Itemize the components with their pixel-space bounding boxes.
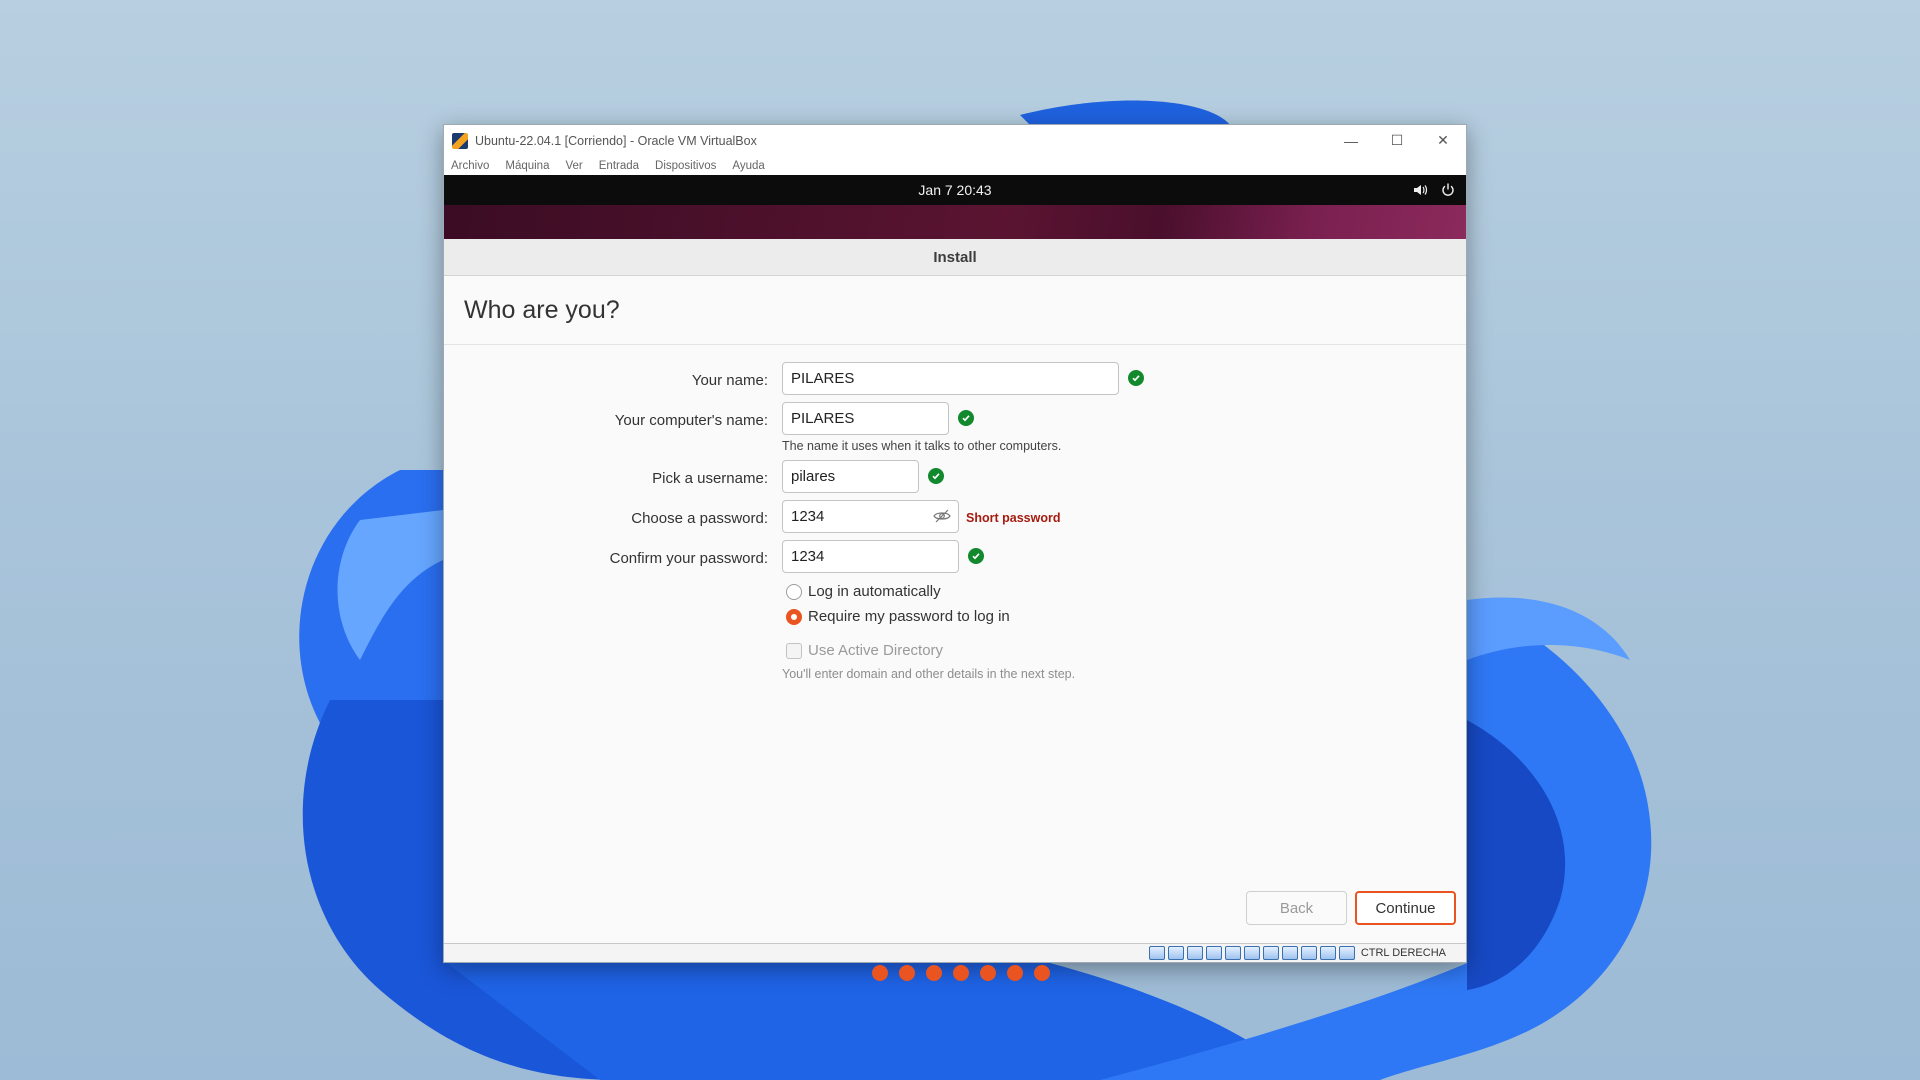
window-titlebar: Ubuntu-22.04.1 [Corriendo] - Oracle VM V… bbox=[444, 125, 1466, 156]
progress-dot bbox=[953, 965, 969, 981]
hdd-icon[interactable] bbox=[1148, 946, 1165, 960]
active-directory-option: Use Active Directory bbox=[786, 642, 943, 659]
host-key-label: CTRL DERECHA bbox=[1360, 947, 1446, 959]
menu-bar: Archivo Máquina Ver Entrada Dispositivos… bbox=[444, 156, 1466, 175]
recording-icon[interactable] bbox=[1281, 946, 1298, 960]
progress-dot bbox=[899, 965, 915, 981]
confirm-password-input[interactable] bbox=[782, 540, 959, 573]
virtualbox-window: Ubuntu-22.04.1 [Corriendo] - Oracle VM V… bbox=[443, 124, 1467, 981]
keyboard-icon[interactable] bbox=[1338, 946, 1355, 960]
username-input[interactable] bbox=[782, 460, 919, 493]
back-button[interactable]: Back bbox=[1246, 891, 1347, 925]
progress-dots bbox=[872, 965, 1050, 981]
cpu-icon[interactable] bbox=[1300, 946, 1317, 960]
ubuntu-background bbox=[444, 205, 1466, 239]
volume-icon[interactable] bbox=[1412, 182, 1428, 198]
network-icon[interactable] bbox=[1205, 946, 1222, 960]
username-label: Pick a username: bbox=[652, 470, 768, 487]
computer-name-hint: The name it uses when it talks to other … bbox=[782, 439, 1062, 453]
progress-dot bbox=[1034, 965, 1050, 981]
installer-dialog: Install Who are you? Your name: Your com… bbox=[444, 239, 1466, 981]
progress-dot bbox=[980, 965, 996, 981]
progress-dot bbox=[872, 965, 888, 981]
menu-dispositivos[interactable]: Dispositivos bbox=[655, 160, 716, 172]
login-require-option[interactable]: Require my password to log in bbox=[786, 608, 1010, 625]
maximize-button[interactable]: ☐ bbox=[1374, 125, 1420, 156]
menu-archivo[interactable]: Archivo bbox=[451, 160, 489, 172]
dialog-header: Install bbox=[444, 239, 1466, 276]
menu-ayuda[interactable]: Ayuda bbox=[732, 160, 764, 172]
active-directory-label: Use Active Directory bbox=[808, 642, 944, 659]
password-label: Choose a password: bbox=[631, 510, 768, 527]
name-input[interactable] bbox=[782, 362, 1119, 395]
mouse-integration-icon[interactable] bbox=[1319, 946, 1336, 960]
page-title: Who are you? bbox=[444, 276, 1466, 345]
login-require-label: Require my password to log in bbox=[808, 608, 1010, 625]
system-tray[interactable] bbox=[1412, 175, 1456, 205]
confirm-password-valid-icon bbox=[968, 548, 984, 564]
window-title: Ubuntu-22.04.1 [Corriendo] - Oracle VM V… bbox=[475, 133, 757, 148]
login-auto-radio[interactable] bbox=[786, 583, 802, 600]
name-valid-icon bbox=[1128, 370, 1144, 386]
virtualbox-logo-icon bbox=[452, 132, 468, 149]
user-form: Your name: Your computer's name: The nam… bbox=[444, 345, 1466, 981]
confirm-password-label: Confirm your password: bbox=[609, 550, 768, 567]
active-directory-hint: You'll enter domain and other details in… bbox=[782, 667, 1076, 681]
menu-entrada[interactable]: Entrada bbox=[599, 160, 639, 172]
computer-name-label: Your computer's name: bbox=[614, 412, 768, 429]
audio-icon[interactable] bbox=[1186, 946, 1203, 960]
menu-maquina[interactable]: Máquina bbox=[505, 160, 549, 172]
username-valid-icon bbox=[928, 468, 944, 484]
usb-icon[interactable] bbox=[1224, 946, 1241, 960]
shared-folder-icon[interactable] bbox=[1243, 946, 1260, 960]
display-icon[interactable] bbox=[1262, 946, 1279, 960]
menu-ver[interactable]: Ver bbox=[565, 160, 582, 172]
show-password-icon[interactable] bbox=[932, 508, 952, 524]
progress-dot bbox=[1007, 965, 1023, 981]
login-require-radio[interactable] bbox=[786, 608, 802, 625]
clock[interactable]: Jan 7 20:43 bbox=[918, 182, 991, 198]
ubuntu-top-bar: Jan 7 20:43 bbox=[444, 175, 1466, 205]
optical-drive-icon[interactable] bbox=[1167, 946, 1184, 960]
login-auto-option[interactable]: Log in automatically bbox=[786, 583, 941, 600]
minimize-button[interactable]: — bbox=[1328, 125, 1374, 156]
progress-dot bbox=[926, 965, 942, 981]
computer-name-input[interactable] bbox=[782, 402, 949, 435]
vbox-status-bar: CTRL DERECHA bbox=[444, 943, 1466, 962]
active-directory-checkbox bbox=[786, 642, 802, 659]
name-label: Your name: bbox=[691, 372, 768, 389]
computer-name-valid-icon bbox=[958, 410, 974, 426]
continue-button[interactable]: Continue bbox=[1355, 891, 1456, 925]
password-strength-text: Short password bbox=[966, 511, 1061, 525]
close-button[interactable]: ✕ bbox=[1420, 125, 1466, 156]
power-icon[interactable] bbox=[1440, 182, 1456, 198]
login-auto-label: Log in automatically bbox=[808, 583, 941, 600]
